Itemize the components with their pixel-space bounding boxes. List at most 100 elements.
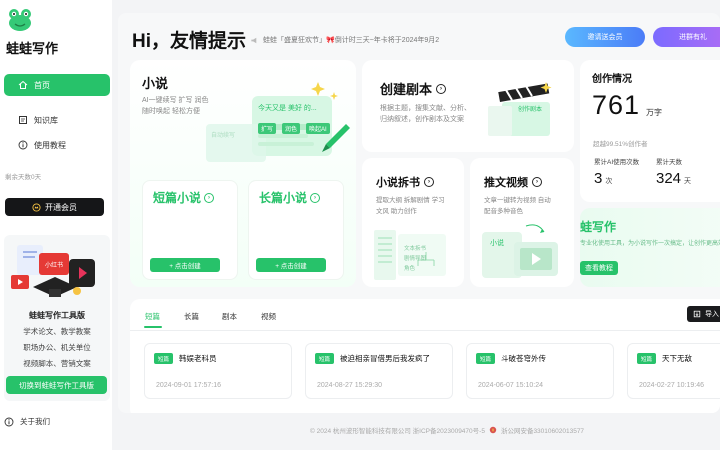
long-novel-title: 长篇小说 › — [259, 189, 321, 206]
short-novel-title: 短篇小说 › — [153, 189, 215, 206]
document-card[interactable]: 短篇 斗破苍穹外传 2024-06-07 15:10:24 — [466, 343, 614, 399]
switch-tool-version-button[interactable]: 切换到蛙蛙写作工具版 — [6, 376, 107, 394]
novel-title-text: 小说 — [142, 76, 169, 91]
open-member-label: 开通会员 — [45, 202, 77, 212]
video-illustration — [482, 224, 558, 278]
open-member-button[interactable]: 开通会员 — [5, 198, 104, 216]
doc-type-badge: 短篇 — [476, 353, 495, 364]
document-card[interactable]: 短篇 被迫相亲冒借男后我发疯了 2024-08-27 15:29:30 — [305, 343, 453, 399]
doc-type-badge: 短篇 — [315, 353, 334, 364]
script-illustration-label: 创作剧本 — [518, 107, 543, 113]
doc-type-badge: 短篇 — [154, 353, 173, 364]
novel-desc-line: 随时唤起 轻松方便 — [142, 108, 200, 115]
sidebar-item-tutorial[interactable]: 使用教程 — [4, 134, 110, 156]
promo-desc: 专业化使用工具，为小说写作一次搞定，让创作更高效 — [580, 241, 720, 247]
frog-logo-icon[interactable] — [7, 8, 33, 32]
novel-card: 小说 AI一键续写 扩写 润色 随时唤起 轻松方便 今天又是 美好 的... 扩… — [130, 60, 356, 287]
split-desc-line: 文风 助力创作 — [376, 208, 417, 215]
script-desc-line: 归纳叙述，创作剧本及文案 — [380, 116, 464, 123]
doc-title: 韩娱老科员 — [179, 354, 217, 363]
arrow-right-icon: › — [424, 177, 434, 187]
document-card[interactable]: 短篇 韩娱老科员 2024-09-01 17:57:16 — [144, 343, 292, 399]
script-desc-line: 根据主题，搜集文献、分析、 — [380, 105, 471, 112]
short-novel-title-text: 短篇小说 — [153, 191, 202, 205]
brand-name: 蛙蛙写作 — [6, 41, 59, 56]
doc-time: 2024-08-27 15:29:30 — [317, 382, 382, 389]
view-tutorial-button[interactable]: 查看教程 — [580, 261, 618, 275]
footer-icp[interactable]: © 2024 杭州波形智能科技有限公司 浙ICP备2023009470号-5 — [310, 425, 485, 435]
create-short-novel-button[interactable]: + 点击创建 — [150, 258, 220, 272]
split-title-text: 小说拆书 — [376, 177, 420, 189]
beat-percent: 超越99.51%创作者 — [593, 141, 648, 148]
main-panel: Hi，友情提示 蛙蛙「盛夏狂欢节」🎀倒计时三天~年卡将于2024年9月2 邀请送… — [118, 13, 720, 413]
invite-vip-button[interactable]: 邀请送会员 — [565, 27, 645, 47]
tab-script[interactable]: 剧本 — [222, 311, 237, 322]
police-badge-icon — [489, 426, 497, 434]
home-icon — [18, 80, 28, 90]
split-title: 小说拆书 › — [376, 174, 434, 190]
promo-title: 蛙写作 — [580, 220, 617, 234]
tab-video[interactable]: 视频 — [261, 311, 276, 322]
stat-value: 324 天 — [656, 170, 691, 187]
announcement-marquee[interactable]: 蛙蛙「盛夏狂欢节」🎀倒计时三天~年卡将于2024年9月2 — [250, 35, 476, 45]
about-us-link[interactable]: 关于我们 — [4, 416, 50, 427]
arrow-right-icon: › — [532, 177, 542, 187]
stat-number: 3 — [594, 170, 603, 187]
sidebar-item-label: 首页 — [34, 80, 50, 90]
page-title: Hi，友情提示 — [132, 31, 247, 52]
toolbox-illustration: 小红书 — [11, 245, 95, 297]
toolbox-promo: 小红书 蛙蛙写作工具版 学术论文、教学教案 职场办公、机关单位 视频脚本、营销文… — [4, 235, 110, 401]
footer-police[interactable]: 浙公网安备33010602013577 — [501, 425, 584, 435]
import-label: 导入 — [705, 311, 719, 318]
novel-desc-line: AI一键续写 扩写 润色 — [142, 97, 209, 104]
video-desc-line: 配音多种音色 — [484, 208, 523, 215]
tweet-video-card[interactable]: 推文视频 › 文章一键转为视频 自动 配音多种音色 小说 — [470, 158, 574, 287]
novel-desc: AI一键续写 扩写 润色 随时唤起 轻松方便 — [142, 95, 209, 117]
document-card[interactable]: 短篇 天下无敌 2024-02-27 10:19:46 — [627, 343, 720, 399]
long-novel-card[interactable]: 长篇小说 › + 点击创建 — [248, 180, 344, 280]
script-title: 创建剧本 › — [380, 79, 447, 98]
doc-time: 2024-09-01 17:57:16 — [156, 382, 221, 389]
doc-title: 天下无敌 — [662, 354, 692, 363]
sidebar: 蛙蛙写作 首页 知识库 使用教程 剩余天数0天 开通会员 小红书 蛙蛙写作工具版… — [0, 0, 112, 450]
tab-long[interactable]: 长篇 — [184, 311, 199, 322]
about-us-label: 关于我们 — [20, 417, 50, 426]
tab-short[interactable]: 短篇 — [145, 311, 160, 322]
short-novel-card[interactable]: 短篇小说 › + 点击创建 — [142, 180, 238, 280]
stats-title: 创作情况 — [592, 74, 632, 85]
arrow-right-icon: › — [436, 83, 447, 94]
script-title-text: 创建剧本 — [380, 82, 433, 97]
video-illustration-label: 小说 — [490, 240, 504, 247]
join-group-button[interactable]: 进群有礼 — [653, 27, 720, 47]
long-novel-title-text: 长篇小说 — [259, 191, 308, 205]
sidebar-item-label: 使用教程 — [34, 140, 66, 150]
megaphone-icon — [250, 36, 259, 45]
stat-label: 累计AI使用次数 — [594, 159, 640, 166]
script-card[interactable]: 创建剧本 › 根据主题，搜集文献、分析、 归纳叙述，创作剧本及文案 创作剧本 — [362, 60, 574, 152]
sidebar-item-label: 知识库 — [34, 115, 58, 125]
sidebar-item-home[interactable]: 首页 — [4, 74, 110, 96]
sidebar-item-knowledge-base[interactable]: 知识库 — [4, 109, 110, 131]
documents-panel: 短篇 长篇 剧本 视频 导入 短篇 韩娱老科员 2024-09-01 17:57… — [130, 299, 720, 413]
toolbox-line: 视频脚本、营销文案 — [23, 359, 91, 368]
arrow-right-icon: › — [310, 192, 321, 203]
doc-type-badge: 短篇 — [637, 353, 656, 364]
novel-split-card[interactable]: 小说拆书 › 提取大纲 拆解剧情 学习 文风 助力创作 文本拆书 剧情导图 角色 — [362, 158, 464, 287]
active-tab-indicator — [144, 326, 162, 328]
creation-stats-card: 创作情况 761 万字 超越99.51%创作者 累计AI使用次数 累计天数 3次… — [580, 60, 720, 202]
toolbox-line: 学术论文、教学教案 — [23, 327, 91, 336]
create-long-novel-button[interactable]: + 点击创建 — [256, 258, 326, 272]
split-illustration-line: 剧情导图 — [404, 256, 427, 262]
illustration-chip: 润色 — [282, 123, 301, 134]
novel-illustration: 今天又是 美好 的... 扩写 润色 唤起AI 自动续写 — [206, 74, 352, 178]
split-illustration-line: 文本拆书 — [404, 246, 427, 252]
knowledge-base-icon — [18, 115, 28, 125]
video-title: 推文视频 › — [484, 174, 542, 190]
split-illustration-line: 角色 — [404, 266, 416, 272]
tab-divider — [130, 330, 720, 331]
toolbox-title: 蛙蛙写作工具版 — [29, 311, 85, 320]
import-icon — [693, 310, 701, 318]
total-words-unit: 万字 — [646, 108, 662, 117]
import-button[interactable]: 导入 — [687, 306, 720, 322]
remaining-days: 剩余天数0天 — [5, 174, 42, 181]
